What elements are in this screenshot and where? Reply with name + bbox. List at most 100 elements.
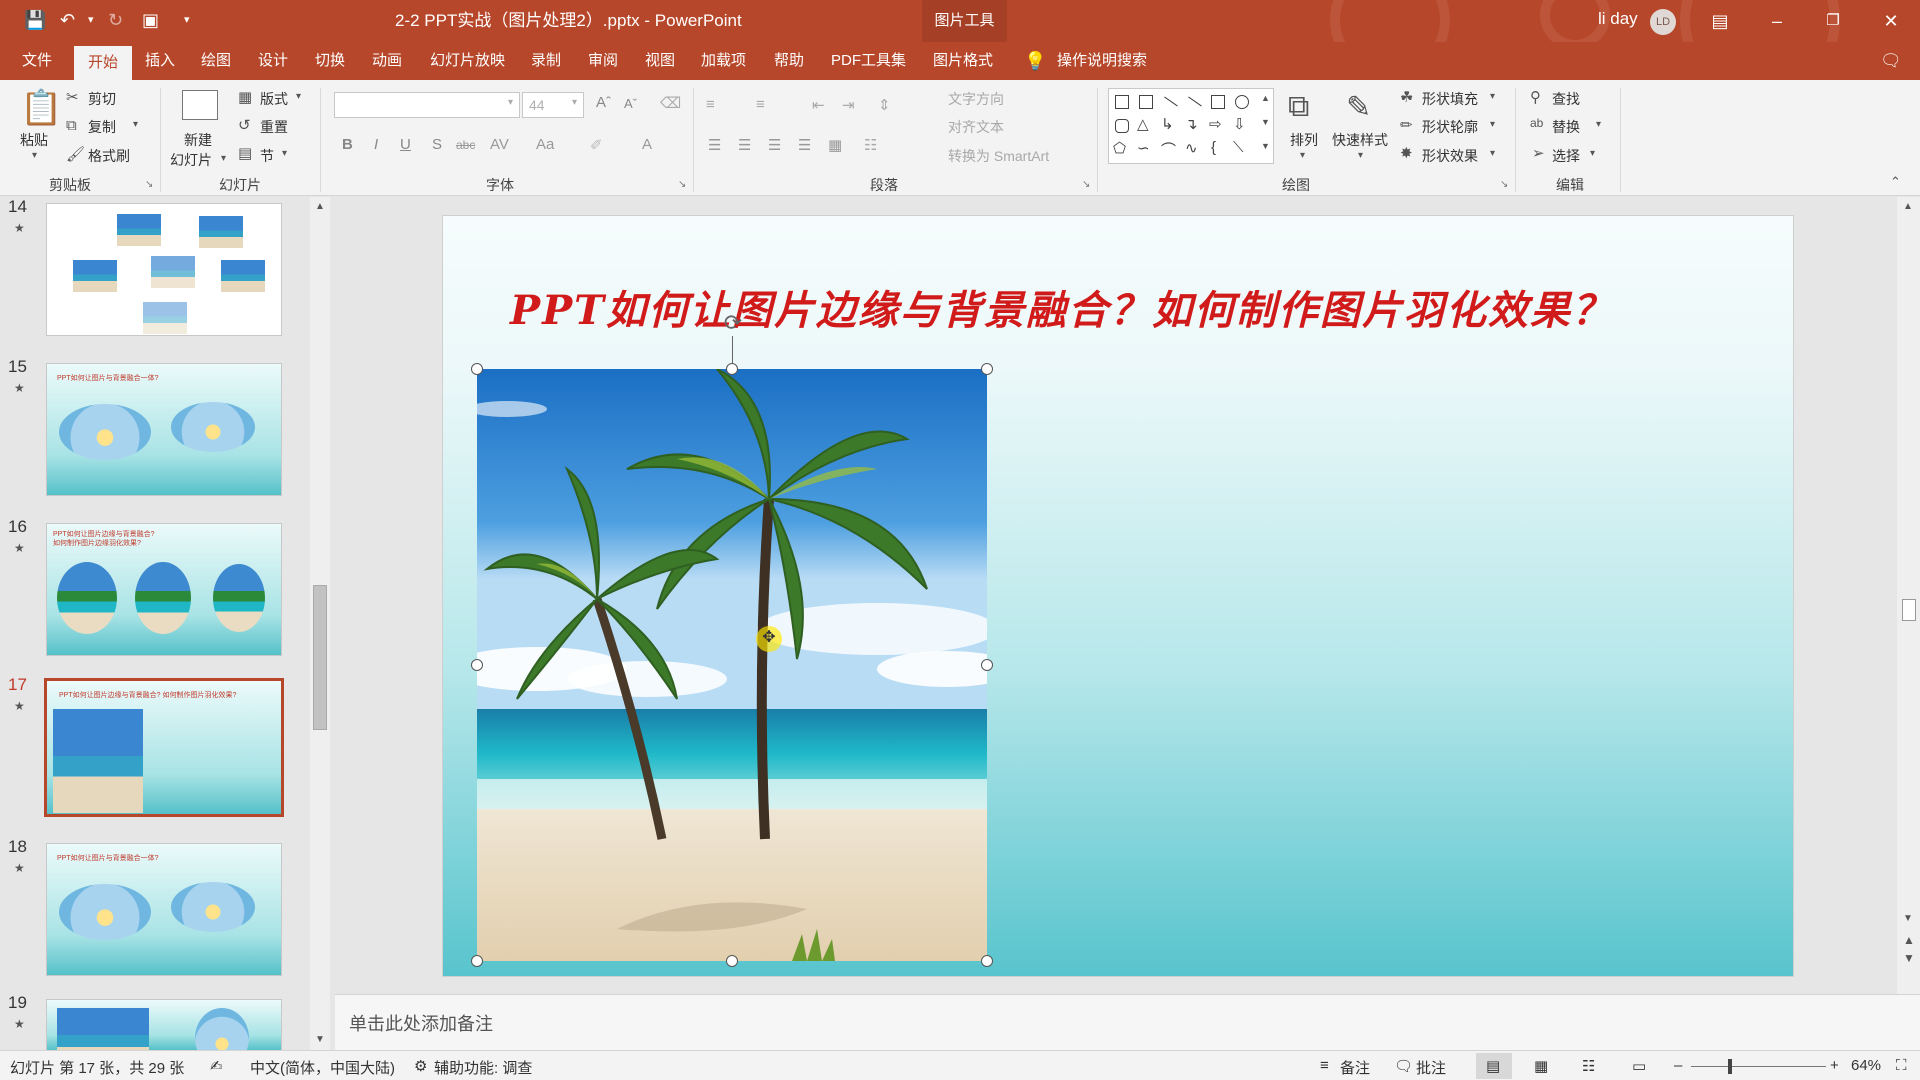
- strikethrough-icon[interactable]: abc: [456, 138, 475, 152]
- font-size-dropdown-icon[interactable]: ▾: [572, 97, 577, 108]
- triangle-shape-icon[interactable]: △: [1137, 115, 1149, 133]
- zoom-level[interactable]: 64%: [1851, 1057, 1881, 1074]
- reading-view-icon[interactable]: ☷: [1582, 1057, 1595, 1075]
- italic-icon[interactable]: I: [374, 136, 378, 153]
- accessibility-status[interactable]: 辅助功能: 调查: [434, 1057, 532, 1078]
- find-button[interactable]: 查找: [1552, 89, 1580, 109]
- next-slide-icon[interactable]: ▼: [1903, 951, 1915, 965]
- tab-review[interactable]: 审阅: [588, 42, 618, 80]
- tell-me-search[interactable]: 操作说明搜索: [1057, 42, 1147, 80]
- clipboard-launcher-icon[interactable]: ↘: [145, 179, 153, 190]
- rounded-rect-shape-icon[interactable]: [1115, 119, 1129, 133]
- freeform-shape-icon[interactable]: ⬠: [1113, 139, 1126, 157]
- arrange-dropdown-icon[interactable]: ▾: [1300, 150, 1305, 161]
- decrease-font-icon[interactable]: Aˇ: [624, 96, 637, 111]
- scroll-up-icon[interactable]: ▲: [1903, 201, 1913, 212]
- gallery-more-icon[interactable]: ▼: [1261, 141, 1270, 151]
- vertical-textbox-shape-icon[interactable]: [1139, 95, 1153, 109]
- arrow-shape-icon[interactable]: [1188, 96, 1202, 107]
- justify-icon[interactable]: ☰: [798, 136, 811, 154]
- quick-styles-button[interactable]: 快速样式: [1332, 130, 1388, 150]
- arc-shape-icon[interactable]: ⌒: [1161, 139, 1176, 160]
- arrange-icon[interactable]: ⧉: [1288, 90, 1309, 124]
- text-direction-button[interactable]: 文字方向: [948, 89, 1004, 109]
- decrease-indent-icon[interactable]: ⇤: [812, 96, 825, 114]
- customize-toolbar-icon[interactable]: ▾: [184, 8, 190, 32]
- layout-dropdown-icon[interactable]: ▾: [296, 91, 301, 102]
- drawing-launcher-icon[interactable]: ↘: [1500, 179, 1508, 190]
- zoom-slider-knob[interactable]: [1728, 1059, 1732, 1074]
- tab-insert[interactable]: 插入: [145, 42, 175, 80]
- resize-handle-right[interactable]: [981, 659, 993, 671]
- slide-thumbnail-15[interactable]: PPT如何让图片与背景融合一体?: [46, 363, 282, 496]
- gallery-down-icon[interactable]: ▼: [1261, 117, 1270, 127]
- close-icon[interactable]: ✕: [1876, 6, 1906, 36]
- slide-thumbnail-18[interactable]: PPT如何让图片与背景融合一体?: [46, 843, 282, 976]
- slide-sorter-icon[interactable]: ▦: [1534, 1057, 1548, 1075]
- textbox-shape-icon[interactable]: [1115, 95, 1129, 109]
- cut-button[interactable]: 剪切: [88, 89, 116, 109]
- slide-thumbnail-16[interactable]: PPT如何让图片边缘与背景融合? 如何制作图片边缘羽化效果?: [46, 523, 282, 656]
- user-name[interactable]: li day: [1598, 9, 1638, 29]
- tab-file[interactable]: 文件: [22, 42, 52, 80]
- scribble-shape-icon[interactable]: ∽: [1137, 139, 1150, 157]
- spell-check-icon[interactable]: ✍: [210, 1057, 223, 1075]
- highlight-icon[interactable]: ✐: [590, 136, 603, 154]
- thumbnails-scrollbar[interactable]: ▲ ▼: [310, 197, 330, 1050]
- resize-handle-bottom[interactable]: [726, 955, 738, 967]
- line-shape-icon[interactable]: [1164, 96, 1178, 107]
- align-text-button[interactable]: 对齐文本: [948, 117, 1004, 137]
- font-name-dropdown-icon[interactable]: ▾: [508, 97, 513, 108]
- arrange-button[interactable]: 排列: [1290, 130, 1318, 150]
- char-spacing-icon[interactable]: AV: [490, 136, 509, 153]
- scrollbar-thumb[interactable]: [313, 585, 327, 730]
- tab-record[interactable]: 录制: [531, 42, 561, 80]
- elbow-arrow-icon[interactable]: ↴: [1185, 115, 1198, 133]
- increase-font-icon[interactable]: Aˆ: [596, 94, 611, 111]
- shape-outline-dropdown-icon[interactable]: ▾: [1490, 119, 1495, 130]
- section-button[interactable]: 节: [260, 146, 274, 166]
- shadow-icon[interactable]: S: [432, 136, 442, 153]
- paste-dropdown-icon[interactable]: ▾: [32, 150, 37, 161]
- zoom-in-icon[interactable]: +: [1830, 1057, 1839, 1074]
- minimize-icon[interactable]: –: [1762, 6, 1792, 36]
- reset-button[interactable]: 重置: [260, 117, 288, 137]
- new-slide-dropdown-icon[interactable]: ▾: [221, 153, 226, 164]
- format-painter-button[interactable]: 格式刷: [88, 146, 130, 166]
- collapse-ribbon-icon[interactable]: ⌃: [1890, 174, 1901, 190]
- slide-thumbnail-19[interactable]: [46, 999, 282, 1050]
- section-dropdown-icon[interactable]: ▾: [282, 148, 287, 159]
- comments-icon[interactable]: 🗨: [1880, 42, 1902, 80]
- quick-styles-icon[interactable]: ✎: [1346, 90, 1371, 125]
- present-icon[interactable]: ▣: [142, 8, 159, 32]
- font-launcher-icon[interactable]: ↘: [678, 179, 686, 190]
- editor-scrollbar[interactable]: ▲ ▼ ▲︎ ▼: [1897, 197, 1920, 994]
- ribbon-display-icon[interactable]: ▤: [1705, 6, 1735, 36]
- shape-fill-dropdown-icon[interactable]: ▾: [1490, 91, 1495, 102]
- previous-slide-icon[interactable]: ▲︎: [1903, 933, 1915, 947]
- language-indicator[interactable]: 中文(简体，中国大陆): [250, 1057, 395, 1078]
- change-case-icon[interactable]: Aa: [536, 136, 554, 153]
- align-right-icon[interactable]: ☰: [768, 136, 781, 154]
- resize-handle-left[interactable]: [471, 659, 483, 671]
- shape-outline-button[interactable]: 形状轮廓: [1422, 117, 1478, 137]
- tab-picture-format[interactable]: 图片格式: [933, 42, 993, 80]
- scrollbar-thumb[interactable]: [1902, 599, 1916, 621]
- rotate-handle-icon[interactable]: ⟳: [721, 312, 745, 336]
- resize-handle-bottom-right[interactable]: [981, 955, 993, 967]
- line-spacing-icon[interactable]: ⇕: [878, 96, 891, 114]
- shapes-gallery[interactable]: △ ↳ ↴ ⇨ ⇩ ⬠ ∽ ⌒ ∿ { ⟍ ▲ ▼ ▼: [1108, 88, 1274, 164]
- slideshow-view-icon[interactable]: ▭: [1632, 1057, 1646, 1075]
- avatar[interactable]: LD: [1650, 9, 1676, 35]
- notes-pane[interactable]: 单击此处添加备注: [335, 994, 1920, 1050]
- bold-icon[interactable]: B: [342, 136, 353, 153]
- curve-shape-icon[interactable]: ∿: [1185, 139, 1198, 157]
- align-left-icon[interactable]: ☰: [708, 136, 721, 154]
- slide-title[interactable]: PPT如何让图片边缘与背景融合？如何制作图片羽化效果？: [510, 278, 1690, 336]
- bullets-icon[interactable]: ≡: [706, 96, 715, 113]
- replace-dropdown-icon[interactable]: ▾: [1596, 119, 1601, 130]
- normal-view-icon[interactable]: ▤: [1486, 1057, 1500, 1075]
- accessibility-icon[interactable]: ⚙: [414, 1057, 427, 1075]
- font-color-icon[interactable]: A: [642, 136, 652, 153]
- scroll-down-icon[interactable]: ▼: [315, 1034, 325, 1045]
